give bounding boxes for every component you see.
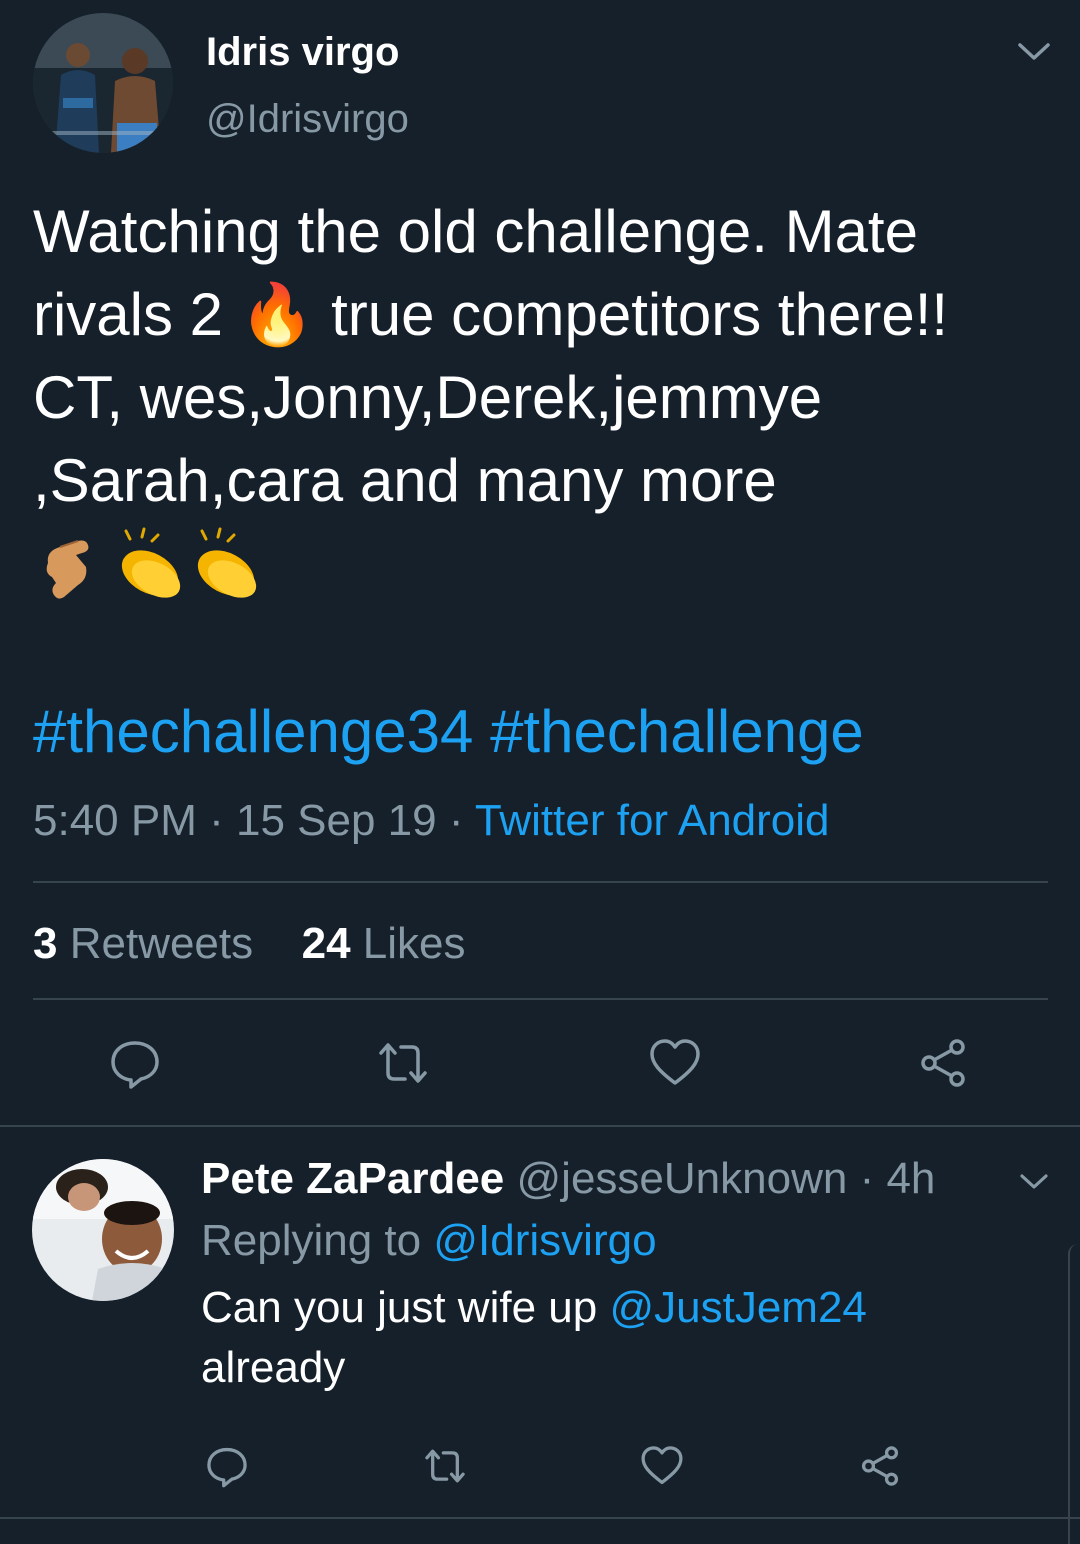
reply-handle[interactable]: @jesseUnknown <box>517 1154 848 1203</box>
retweets-count: 3 <box>33 919 58 968</box>
likes-count: 24 <box>301 919 351 968</box>
tweet-metadata: 5:40 PM · 15 Sep 19 · Twitter for Androi… <box>33 794 830 848</box>
replying-to: Replying to @Idrisvirgo <box>201 1214 657 1268</box>
share-icon[interactable] <box>915 1035 971 1091</box>
hashtag-row: #thechallenge34 #thechallenge <box>33 692 864 772</box>
reply-header: Pete ZaPardee @jesseUnknown · 4h <box>201 1152 935 1206</box>
replying-prefix: Replying to <box>201 1216 422 1265</box>
meta-separator: · <box>847 1154 887 1203</box>
call-me-hand-icon <box>46 540 89 599</box>
reply-text-start: Can you just wife up <box>201 1283 598 1332</box>
emoji-row <box>38 523 278 603</box>
divider <box>33 998 1048 1000</box>
section-divider <box>0 1125 1080 1127</box>
tweet-time: 5:40 PM <box>33 796 197 845</box>
tweet-date: 15 Sep 19 <box>235 796 437 845</box>
reply-author-avatar[interactable] <box>32 1159 174 1301</box>
tweet-text-line: CT, wes,Jonny,Derek,jemmye <box>33 364 823 431</box>
likes-stat[interactable]: 24 Likes <box>302 919 466 968</box>
clapping-hands-icon <box>197 527 257 598</box>
reply-bubble-icon[interactable] <box>107 1035 163 1091</box>
tweet-text: Watching the old challenge. Mate rivals 2… <box>33 190 1063 522</box>
chevron-down-icon[interactable] <box>1018 1168 1050 1194</box>
hashtag-link[interactable]: #thechallenge34 <box>33 698 473 765</box>
retweets-label: Retweets <box>69 919 254 968</box>
replying-to-mention[interactable]: @Idrisvirgo <box>433 1216 656 1265</box>
divider <box>33 881 1048 883</box>
mention-link[interactable]: @JustJem24 <box>609 1283 866 1332</box>
meta-separator: · <box>196 796 236 845</box>
tweet-source-link[interactable]: Twitter for Android <box>475 796 830 845</box>
hashtag-link[interactable]: #thechallenge <box>490 698 864 765</box>
share-icon[interactable] <box>857 1443 903 1489</box>
likes-label: Likes <box>362 919 466 968</box>
author-display-name[interactable]: Idris virgo <box>206 28 399 76</box>
chevron-down-icon[interactable] <box>1016 36 1052 66</box>
retweet-icon[interactable] <box>375 1035 431 1091</box>
reply-text: Can you just wife up @JustJem24 already <box>201 1278 1031 1398</box>
tweet-text-line: ,Sarah,cara and many more <box>33 447 777 514</box>
reply-display-name[interactable]: Pete ZaPardee <box>201 1154 504 1203</box>
reply-text-end: already <box>201 1343 346 1392</box>
engagement-stats: 3 Retweets 24 Likes <box>33 917 466 971</box>
retweets-stat[interactable]: 3 Retweets <box>33 919 253 968</box>
section-divider <box>0 1517 1080 1519</box>
tweet-text-line: Watching the old challenge. Mate <box>33 198 918 265</box>
clapping-hands-icon <box>121 527 181 598</box>
author-handle[interactable]: @Idrisvirgo <box>206 95 409 143</box>
tweet-text-line: rivals 2 🔥 true competitors there!! <box>33 281 949 348</box>
heart-icon[interactable] <box>639 1443 685 1489</box>
meta-separator: · <box>436 796 475 845</box>
retweet-icon[interactable] <box>422 1443 468 1489</box>
reply-age: 4h <box>886 1154 936 1203</box>
scrollbar[interactable] <box>1068 1244 1080 1544</box>
reply-bubble-icon[interactable] <box>204 1443 250 1489</box>
heart-icon[interactable] <box>647 1035 703 1091</box>
author-avatar[interactable] <box>33 13 173 153</box>
